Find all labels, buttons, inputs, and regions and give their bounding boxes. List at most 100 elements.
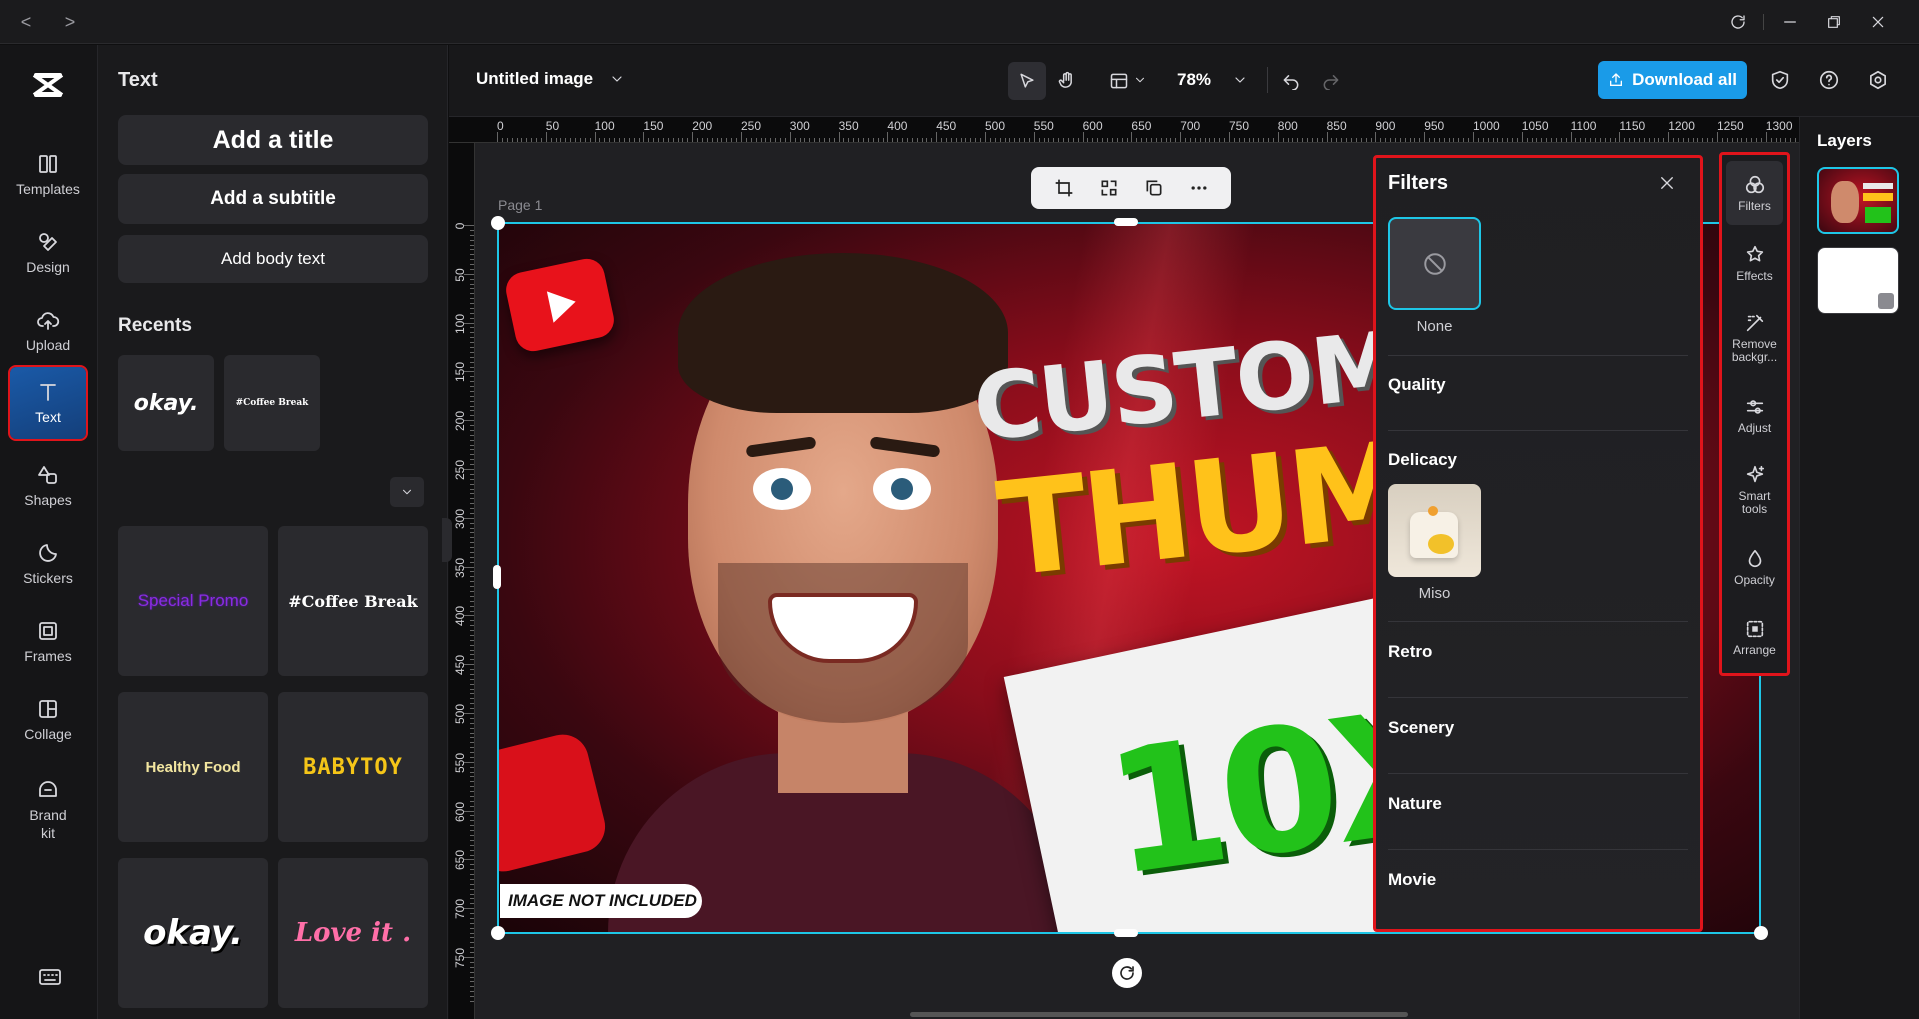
ruler-tick-mark [470,249,474,251]
filter-section-quality[interactable]: Quality [1388,375,1446,395]
nav-stickers[interactable]: Stickers [10,530,86,598]
download-all-button[interactable]: Download all [1598,61,1747,99]
forward-arrow-icon[interactable]: > [58,10,82,34]
nav-brand-kit[interactable]: Brand kit [10,767,86,853]
ruler-tick-mark [1097,138,1099,142]
text-style-tile[interactable]: Special Promo [118,526,268,676]
text-style-tile[interactable]: okay. [118,858,268,1008]
filter-section-nature[interactable]: Nature [1388,794,1442,814]
tool-effects[interactable]: Effects [1726,231,1783,295]
resize-handle[interactable] [1114,218,1138,226]
resize-handle[interactable] [1754,926,1768,940]
ruler-tick-mark [1629,138,1631,142]
text-style-tile[interactable]: #Coffee Break [278,526,428,676]
nav-text[interactable]: Text [8,365,88,441]
redo-icon[interactable] [1321,70,1341,95]
rotate-handle[interactable] [1112,958,1142,988]
ruler-tick-mark [750,138,752,142]
horizontal-ruler: 0 50 100 150 200 250 300 350 400 450 500 550 600 650 7… [449,117,1799,143]
ruler-tick-mark [560,138,562,142]
zoom-level[interactable]: 78% [1177,70,1211,90]
nav-upload[interactable]: Upload [10,297,86,365]
filter-section-movie[interactable]: Movie [1388,870,1436,890]
ruler-tick-mark [470,747,474,749]
ruler-tick-mark [536,138,538,142]
ruler-tick-mark [1575,138,1577,142]
nav-frames[interactable]: Frames [10,608,86,676]
undo-icon[interactable] [1281,70,1301,95]
resize-handle[interactable] [1114,929,1138,937]
hand-tool-icon[interactable] [1057,71,1077,96]
nav-templates[interactable]: Templates [10,141,86,209]
keyboard-icon[interactable] [38,967,62,992]
tool-adjust[interactable]: Adjust [1726,383,1783,447]
filter-section-scenery[interactable]: Scenery [1388,718,1454,738]
layer-thumbnail-image[interactable] [1817,167,1899,234]
export-icon [1610,73,1623,86]
ruler-tick-mark [1341,138,1343,142]
resize-handle[interactable] [491,216,505,230]
select-tool-button[interactable] [1008,62,1046,100]
app-logo[interactable] [28,65,68,110]
filter-miso-option[interactable] [1388,484,1481,577]
layout-icon[interactable] [1109,71,1129,96]
add-body-text-button[interactable]: Add body text [118,235,428,283]
filter-section-delicacy[interactable]: Delicacy [1388,450,1457,470]
add-subtitle-button[interactable]: Add a subtitle [118,174,428,224]
tool-smart-tools[interactable]: Smart tools [1726,453,1783,527]
back-arrow-icon[interactable]: < [14,10,38,34]
tool-arrange[interactable]: Arrange [1726,605,1783,669]
layout-dropdown-icon[interactable] [1133,73,1147,92]
ruler-tick-mark [470,591,474,592]
nav-collage[interactable]: Collage [10,686,86,754]
ruler-tick-mark [1595,138,1596,142]
resize-handle[interactable] [493,565,501,589]
tool-filters[interactable]: Filters [1726,161,1783,225]
add-title-button[interactable]: Add a title [118,115,428,165]
ruler-tick-mark [470,278,474,280]
ruler-tick-label: 250 [453,459,467,481]
title-dropdown-icon[interactable] [609,71,625,92]
canvas-scrollbar[interactable] [910,1012,1408,1017]
help-icon[interactable] [1818,69,1840,96]
text-style-tile[interactable]: BABYTOY [278,692,428,842]
ruler-tick-mark [470,332,474,334]
ruler-tick-mark [1780,138,1782,142]
ruler-tick-mark [1302,138,1304,142]
ruler-tick-mark [1307,138,1309,142]
tool-remove-background[interactable]: Remove backgr... [1726,301,1783,375]
nav-shapes[interactable]: Shapes [10,452,86,520]
ruler-tick-mark [470,605,474,607]
panel-collapse-handle[interactable] [442,518,452,562]
zoom-dropdown-icon[interactable] [1232,72,1248,93]
tool-opacity[interactable]: Opacity [1726,535,1783,599]
restore-icon[interactable] [1822,10,1846,34]
ruler-tick-mark [1346,138,1348,142]
ruler-tick-mark [1555,138,1557,142]
text-style-tile[interactable]: Healthy Food [118,692,268,842]
filter-section-retro[interactable]: Retro [1388,642,1432,662]
resize-handle[interactable] [491,926,505,940]
replace-icon[interactable] [1099,178,1119,198]
more-icon[interactable] [1189,178,1209,198]
text-style-tile[interactable]: Love it . [278,858,428,1008]
duplicate-icon[interactable] [1144,178,1164,198]
ruler-tick-mark [1624,138,1626,142]
recent-style-tile[interactable]: okay. [118,355,214,451]
ruler-tick-mark [1663,138,1665,142]
ruler-tick-mark [1072,138,1074,142]
nav-design[interactable]: Design [10,219,86,287]
refresh-icon[interactable] [1726,10,1750,34]
filter-none-option[interactable] [1388,217,1481,310]
recent-style-tile[interactable]: #Coffee Break [224,355,320,451]
close-window-icon[interactable] [1866,10,1890,34]
close-icon[interactable] [1658,174,1676,197]
ruler-tick-mark [1063,138,1065,142]
minimize-icon[interactable] [1778,10,1802,34]
crop-icon[interactable] [1054,178,1074,198]
expand-recents-button[interactable] [390,477,424,507]
settings-icon[interactable] [1867,69,1889,96]
shield-icon[interactable] [1769,69,1791,96]
layer-thumbnail-background[interactable] [1817,247,1899,314]
document-title[interactable]: Untitled image [476,69,593,89]
